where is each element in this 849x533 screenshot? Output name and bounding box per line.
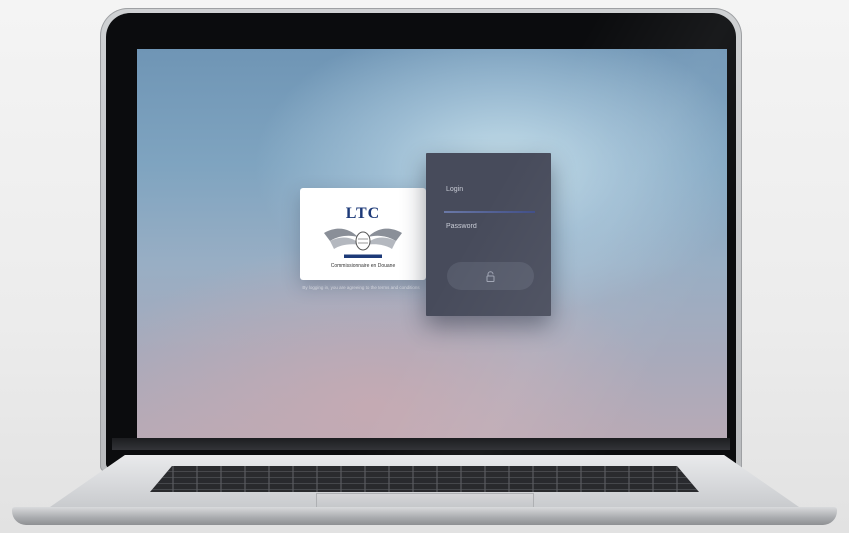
brand-caption: Commissionnaire en Douane: [330, 263, 396, 269]
legal-notice: By logging in, you are agreeing to the t…: [302, 285, 420, 290]
laptop-trackpad: [316, 493, 534, 508]
keyboard-rows: [150, 466, 699, 492]
laptop-hinge: [112, 438, 730, 450]
brand-emblem-icon: [324, 228, 402, 258]
laptop-base-front: [12, 507, 837, 525]
password-input[interactable]: [444, 219, 539, 233]
brand-logo-card: LTC Commissionnaire en Douane: [300, 188, 426, 280]
login-input[interactable]: [444, 197, 539, 209]
login-submit-button[interactable]: [447, 262, 534, 290]
laptop-screen: LTC Commissionnaire en Douane By logging…: [137, 49, 727, 438]
lock-icon: [486, 270, 495, 282]
login-input-underline: [444, 211, 535, 213]
login-label: Login: [446, 186, 464, 193]
login-panel: Login: [426, 153, 551, 316]
